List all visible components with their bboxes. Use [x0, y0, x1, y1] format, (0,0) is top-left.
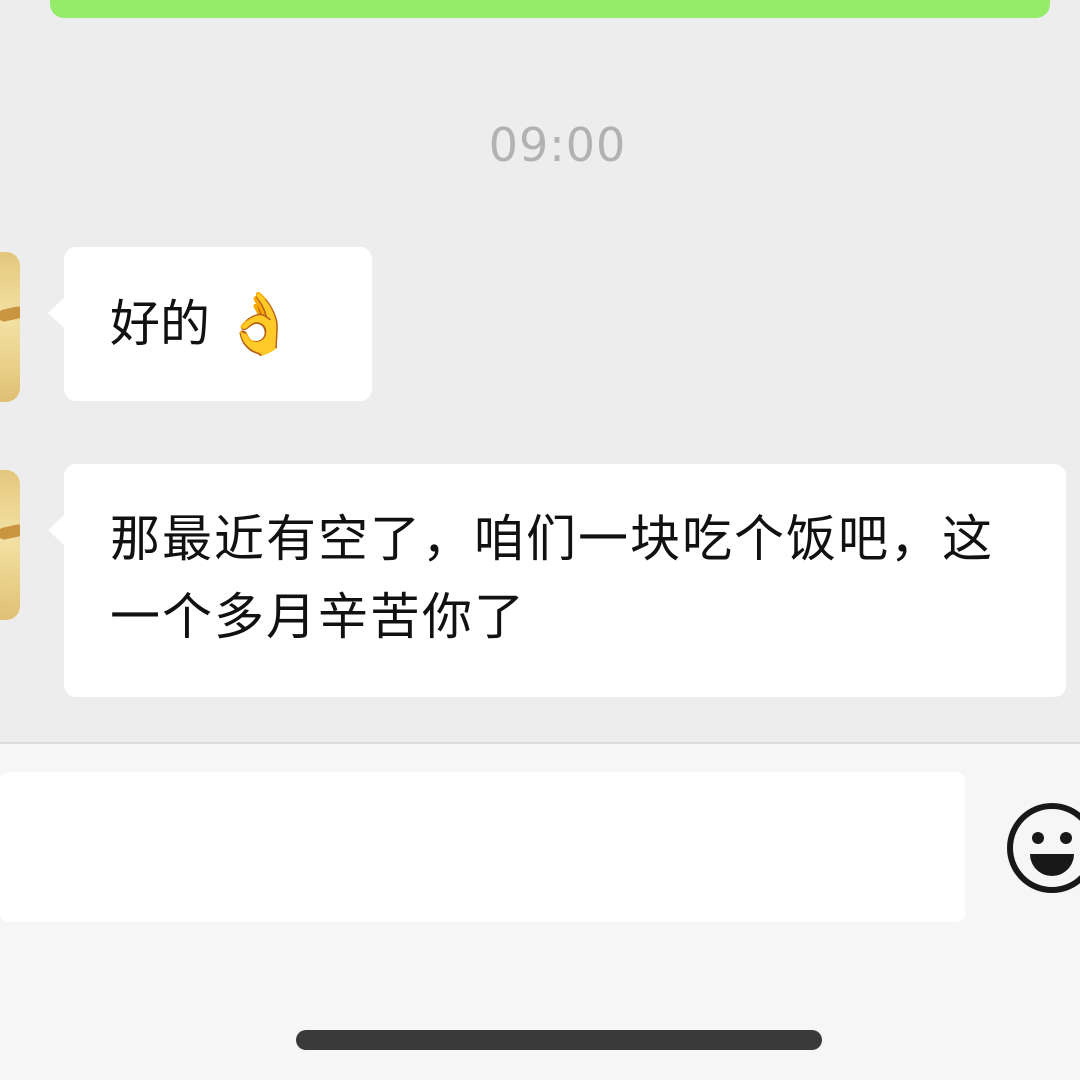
message-timestamp: 09:00: [488, 118, 627, 172]
message-text: 那最近有空了，咱们一块吃个饭吧，这一个多月辛苦你了: [110, 510, 994, 646]
contact-avatar[interactable]: [0, 252, 20, 402]
ok-hand-emoji: 👌: [222, 289, 297, 359]
avatar-image: [0, 305, 20, 323]
received-message-bubble[interactable]: 那最近有空了，咱们一块吃个饭吧，这一个多月辛苦你了: [48, 464, 1066, 697]
message-text: 好的: [110, 295, 210, 353]
sent-message-bubble[interactable]: [50, 0, 1050, 18]
contact-avatar[interactable]: [0, 470, 20, 620]
home-indicator[interactable]: [296, 1030, 822, 1050]
received-message-bubble[interactable]: 好的 👌: [48, 247, 372, 401]
smiley-face-icon[interactable]: [1004, 800, 1080, 896]
avatar-image: [0, 523, 20, 541]
chat-screen: 09:00 好的 👌 那最近有空了，咱们一块吃个饭吧，这一个多月辛苦你了: [0, 0, 1080, 1080]
message-input[interactable]: [0, 772, 965, 922]
